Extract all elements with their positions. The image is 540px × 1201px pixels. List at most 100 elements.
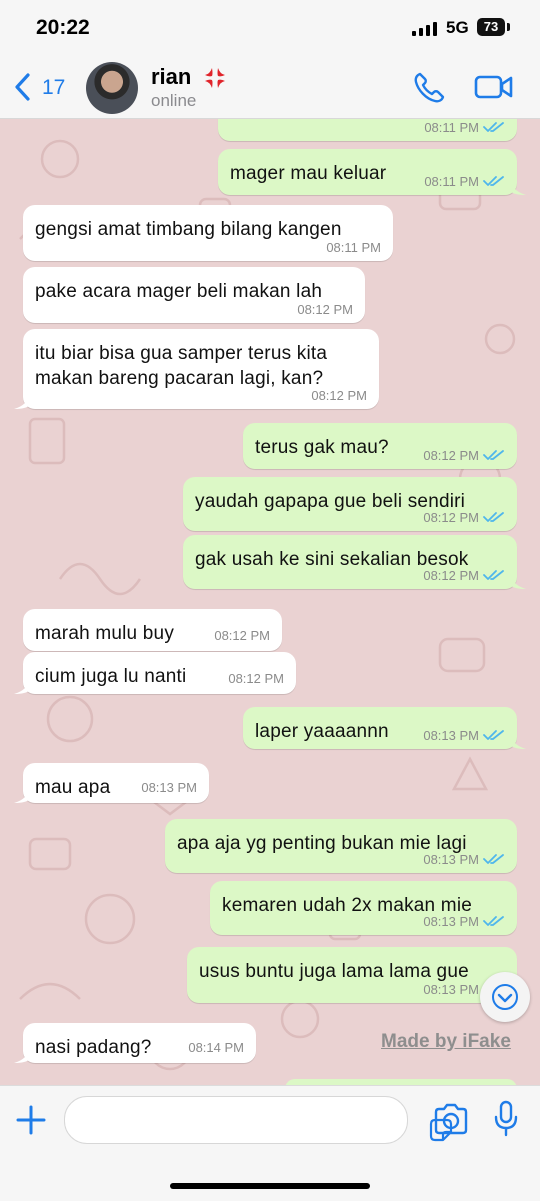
message-meta: 08:11 PM — [424, 120, 505, 135]
message-text: mager mau keluar — [230, 163, 387, 184]
message-meta: 08:12 PM — [423, 568, 505, 583]
message-text: terus gak mau? — [255, 437, 389, 458]
message-meta: 08:12 PM — [311, 388, 367, 403]
outgoing-message[interactable]: belom 08:11 PM — [218, 119, 517, 141]
message-meta: 08:13 PM — [423, 914, 505, 929]
contact-status: online — [151, 91, 197, 110]
read-ticks-icon — [483, 730, 504, 740]
signal-icon — [412, 22, 438, 36]
message-text: marah mulu buy — [35, 623, 175, 644]
status-time: 20:22 — [36, 16, 90, 39]
battery-tip — [507, 23, 510, 31]
scroll-to-bottom-button[interactable] — [480, 972, 530, 1022]
read-ticks-icon — [483, 122, 504, 132]
back-chevron-icon — [15, 73, 30, 101]
chat-wallpaper — [19, 139, 516, 1071]
outgoing-message[interactable]: gak usah ke sini sekalian besok 08:12 PM — [183, 535, 526, 589]
incoming-message[interactable]: itu biar bisa gua samper terus kita maka… — [14, 329, 379, 409]
message-time: 08:13 PM — [423, 914, 479, 929]
message-time: 08:13 PM — [423, 982, 479, 997]
watermark: Made by iFake — [381, 1031, 511, 1052]
bubble-tail — [14, 393, 30, 409]
outgoing-message[interactable]: yaudah gapapa gue beli sendiri 08:12 PM — [183, 477, 517, 531]
outgoing-message[interactable]: mager mau keluar 08:11 PM — [218, 149, 526, 195]
incoming-message[interactable]: pake acara mager beli makan lah 08:12 PM — [23, 267, 365, 323]
message-meta: 08:11 PM — [424, 174, 505, 189]
message-text: belom — [230, 119, 283, 122]
message-time: 08:11 PM — [424, 120, 479, 135]
outgoing-message[interactable]: laper yaaaannn 08:13 PM — [243, 707, 526, 749]
home-indicator — [170, 1183, 370, 1189]
message-meta: 08:12 PM — [423, 510, 505, 525]
read-ticks-icon — [483, 854, 504, 864]
plus-icon[interactable] — [14, 1103, 48, 1137]
message-time: 08:13 PM — [423, 852, 479, 867]
bubble-tail — [14, 787, 30, 803]
network-label: 5G — [446, 18, 469, 37]
outgoing-message[interactable]: usus buntu juga lama lama gue 08:13 PM — [187, 947, 526, 1003]
phone-icon[interactable] — [412, 71, 446, 105]
message-time: 08:13 PM — [141, 780, 197, 795]
contact-name[interactable]: rian — [151, 64, 191, 90]
message-text: mau apa — [35, 777, 111, 798]
incoming-message[interactable]: gengsi amat timbang bilang kangen 08:11 P… — [23, 205, 393, 261]
message-meta: 08:12 PM — [423, 448, 505, 463]
status-bar: 20:22 5G 73 — [0, 0, 540, 56]
message-time: 08:12 PM — [423, 510, 479, 525]
unread-count[interactable]: 17 — [42, 76, 65, 100]
message-meta: 08:11 PM — [326, 240, 381, 255]
message-time: 08:12 PM — [423, 448, 479, 463]
microphone-icon[interactable] — [493, 1100, 519, 1138]
message-text: itu biar bisa gua samper terus kita maka… — [35, 343, 328, 389]
outgoing-message[interactable]: terus gak mau? 08:12 PM — [243, 423, 517, 469]
incoming-message[interactable]: mau apa 08:13 PM — [14, 763, 209, 803]
message-meta: 08:13 PM — [423, 852, 505, 867]
message-time: 08:13 PM — [423, 728, 479, 743]
message-time: 08:12 PM — [228, 671, 284, 686]
message-text: nasi padang? — [35, 1037, 152, 1058]
incoming-message[interactable]: nasi padang? 08:14 PM — [14, 1023, 256, 1063]
message-text: gengsi amat timbang bilang kangen — [35, 219, 342, 240]
incoming-message[interactable]: marah mulu buy 08:12 PM — [23, 609, 282, 651]
message-meta: 08:12 PM — [228, 671, 284, 686]
message-text: cium juga lu nanti — [35, 666, 187, 687]
read-ticks-icon — [483, 450, 504, 460]
outgoing-message[interactable]: kemaren udah 2x makan mie 08:13 PM — [210, 881, 517, 935]
bubble-tail — [14, 1047, 30, 1063]
chat-header: 17 rian online — [0, 56, 540, 119]
battery-icon: 73 — [477, 18, 505, 36]
bubble-tail — [510, 733, 526, 749]
message-time: 08:12 PM — [423, 568, 479, 583]
read-ticks-icon — [483, 176, 504, 186]
message-text: laper yaaaannn — [255, 721, 389, 742]
message-time: 08:12 PM — [214, 628, 270, 643]
incoming-message[interactable]: cium juga lu nanti 08:12 PM — [14, 652, 296, 694]
message-text: usus buntu juga lama lama gue — [199, 961, 469, 982]
message-meta: 08:12 PM — [214, 628, 270, 643]
anger-emoji-icon — [205, 68, 225, 88]
message-meta: 08:13 PM — [423, 728, 505, 743]
message-meta: 08:12 PM — [297, 302, 353, 317]
chevron-down-icon — [492, 984, 518, 1010]
message-time: 08:12 PM — [311, 388, 367, 403]
read-ticks-icon — [483, 512, 504, 522]
camera-icon[interactable] — [433, 1103, 469, 1135]
message-text: pake acara mager beli makan lah — [35, 281, 323, 302]
composer-bar — [0, 1085, 540, 1201]
avatar[interactable] — [86, 62, 138, 114]
bubble-tail — [510, 179, 526, 195]
read-ticks-icon — [483, 916, 504, 926]
message-time: 08:14 PM — [188, 1040, 244, 1055]
message-meta: 08:13 PM — [141, 780, 197, 795]
message-time: 08:11 PM — [424, 174, 479, 189]
message-input[interactable] — [64, 1096, 453, 1144]
message-meta: 08:14 PM — [188, 1040, 244, 1055]
bubble-tail — [14, 678, 30, 694]
message-list[interactable]: belom08:11 PMmager mau keluar08:11 PMgen… — [0, 119, 540, 1085]
bubble-tail — [510, 573, 526, 589]
read-ticks-icon — [483, 570, 504, 580]
message-time: 08:11 PM — [326, 240, 381, 255]
video-camera-icon[interactable] — [474, 72, 514, 102]
message-time: 08:12 PM — [297, 302, 353, 317]
outgoing-message[interactable]: apa aja yg penting bukan mie lagi 08:13 P… — [165, 819, 517, 873]
